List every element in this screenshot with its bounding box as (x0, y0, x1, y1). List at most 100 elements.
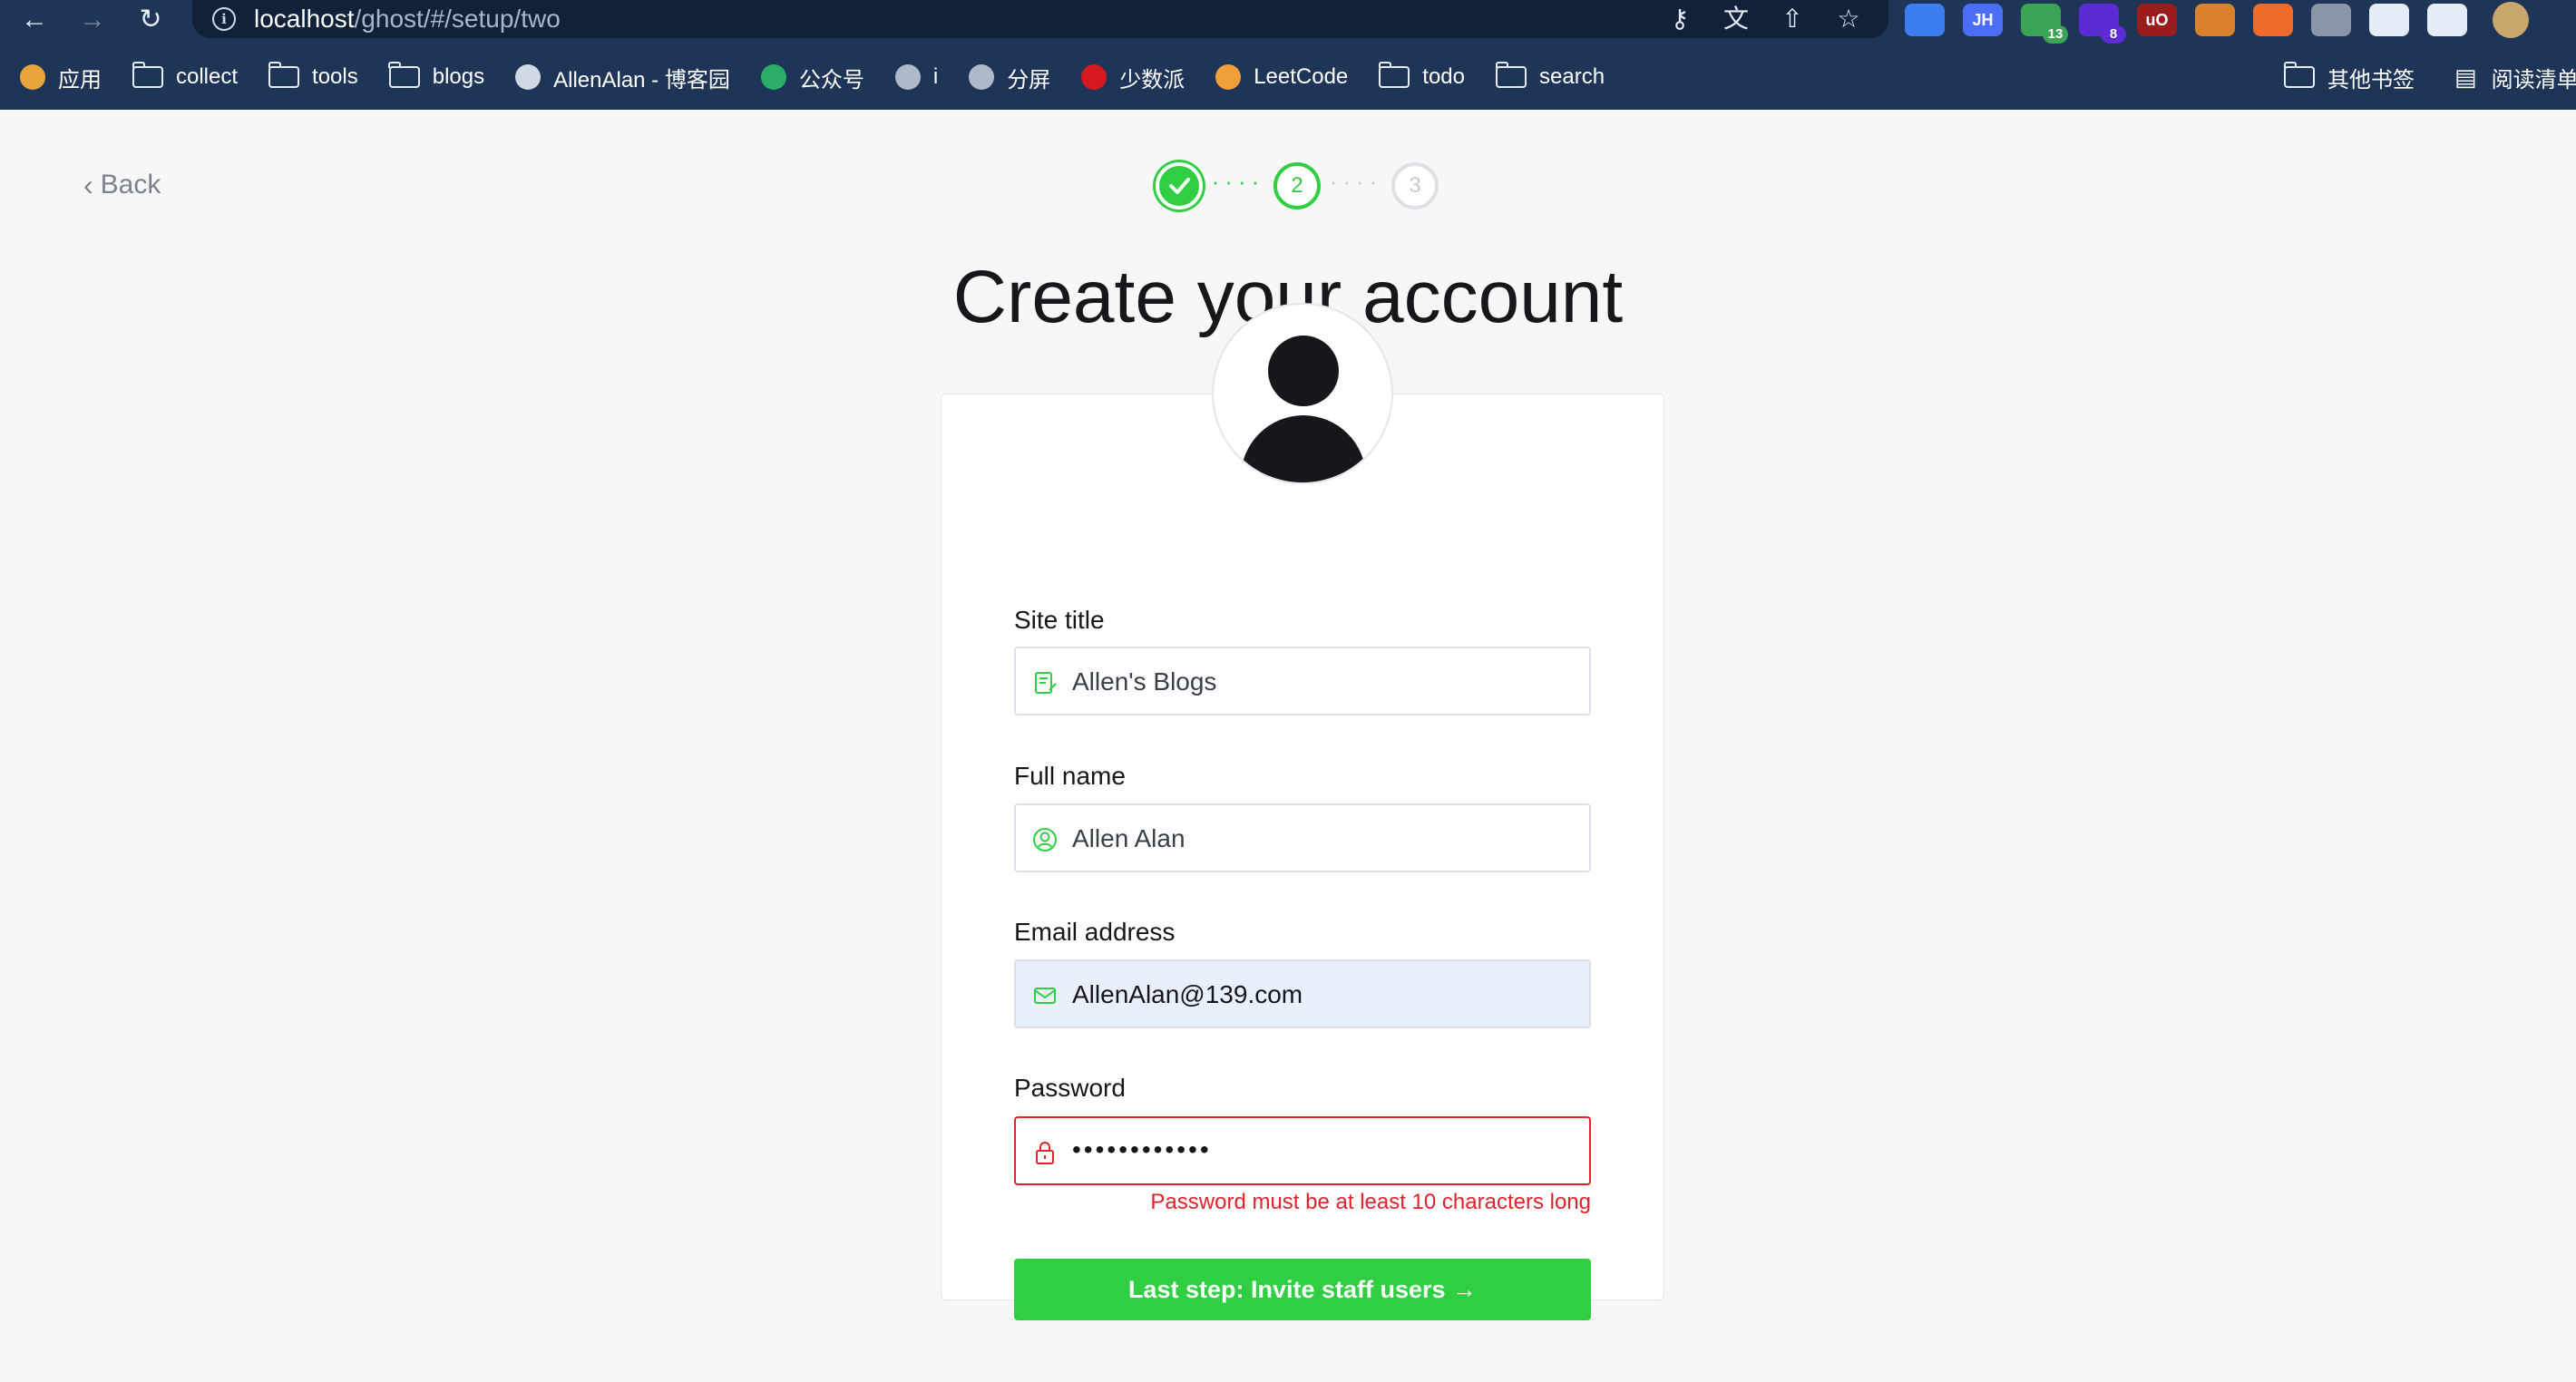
bookmark-item[interactable]: blogs (388, 62, 485, 90)
apps-grid-icon (20, 64, 45, 90)
bookmark-label: blogs (432, 64, 485, 89)
purple-ext-icon[interactable]: 8 (2079, 4, 2126, 44)
bookmark-item[interactable]: collect (132, 62, 239, 90)
folder-icon (1495, 62, 1527, 88)
browser-chrome: ← → ↻ i localhost/ghost/#/setup/two ⚷ 文 … (0, 0, 2576, 110)
bookmark-label: 少数派 (1119, 67, 1186, 92)
envelope-icon (1034, 988, 1056, 1004)
reload-icon[interactable]: ↻ (132, 2, 169, 38)
sspai-icon (1081, 64, 1107, 90)
share-icon[interactable]: ⇧ (1772, 3, 1812, 35)
bookmark-label: AllenAlan - 博客园 (553, 67, 730, 92)
star-icon[interactable]: ☆ (1829, 3, 1869, 35)
bookmark-label: 分屏 (1007, 67, 1051, 92)
leetcode-icon (1215, 64, 1242, 90)
bookmark-item[interactable]: 公众号 (760, 62, 864, 93)
reading-list-label: 阅读清单 (2491, 67, 2576, 92)
step-2-active: 2 (1273, 162, 1321, 209)
password-value: •••••••••••• (1072, 1135, 1212, 1163)
address-bar-actions: ⚷ 文 ⇧ ☆ (1660, 3, 1869, 35)
profile-avatar[interactable] (2493, 2, 2529, 38)
browser-toolbar: ← → ↻ i localhost/ghost/#/setup/two ⚷ 文 … (0, 0, 2576, 44)
ext-icon-9[interactable] (2369, 4, 2409, 36)
password-error-message: Password must be at least 10 characters … (1150, 1190, 1591, 1214)
extension-badge: 8 (2101, 25, 2126, 44)
globe-icon (894, 64, 921, 90)
chevron-left-icon: ‹ (83, 169, 93, 201)
extensions-bar: JH 13 8 uO (1905, 0, 2467, 44)
puzzle-ext-icon[interactable] (2427, 4, 2467, 36)
step-connector: ···· (1329, 168, 1383, 195)
setup-progress: ···· 2 ···· 3 (1156, 162, 1439, 209)
forward-arrow-icon[interactable]: → (74, 2, 111, 38)
folder-icon (388, 62, 420, 88)
folder-icon (132, 62, 163, 88)
back-link[interactable]: ‹ Back (83, 170, 161, 200)
email-field[interactable]: AllenAlan@139.com (1014, 959, 1591, 1028)
bookmark-item[interactable]: 应用 (20, 62, 102, 93)
globe-icon (969, 64, 995, 90)
bookmark-item[interactable]: tools (268, 62, 358, 90)
translate-icon[interactable]: 文 (1716, 3, 1756, 35)
password-field[interactable]: •••••••••••• (1014, 1116, 1591, 1185)
site-title-label: Site title (1014, 606, 1105, 634)
folder-icon (268, 62, 300, 88)
extension-badge: 13 (2043, 25, 2068, 44)
bookmark-label: todo (1422, 64, 1465, 89)
pocket-ext-icon[interactable] (1905, 4, 1945, 36)
checkmark-icon (1169, 178, 1190, 194)
bookmark-item[interactable]: 分屏 (969, 62, 1050, 93)
wechat-icon (760, 64, 786, 90)
profile-image-upload[interactable] (1212, 303, 1393, 484)
step-3-pending: 3 (1391, 162, 1439, 209)
url-path: /ghost/#/setup/two (354, 5, 561, 33)
jh-ext-icon[interactable]: JH (1963, 4, 2003, 36)
full-name-label: Full name (1014, 762, 1126, 790)
folder-icon (1378, 62, 1410, 88)
ext-icon-7[interactable] (2253, 4, 2293, 36)
bookmark-item[interactable]: LeetCode (1215, 64, 1348, 90)
ublock-ext-icon[interactable]: uO (2137, 4, 2177, 36)
bookmark-label: 应用 (58, 67, 102, 92)
back-arrow-icon[interactable]: ← (16, 2, 53, 38)
bookmark-label: i (932, 64, 939, 89)
bookmark-item[interactable]: search (1495, 62, 1605, 90)
bookmark-label: LeetCode (1254, 64, 1349, 89)
key-icon[interactable]: ⚷ (1660, 3, 1700, 35)
green-ext-icon[interactable]: 13 (2021, 4, 2068, 44)
reading-list-icon: ▤ (2454, 63, 2477, 91)
site-title-input[interactable]: Allen's Blogs (1014, 647, 1591, 715)
url-text[interactable]: localhost/ghost/#/setup/two (254, 4, 561, 34)
bookmark-label: 公众号 (798, 67, 864, 92)
full-name-value: Allen Alan (1072, 824, 1186, 852)
user-silhouette-icon (1268, 336, 1339, 406)
bookmarks-bar: 应用 collect tools blogs AllenAlan - 博客园 公众号 i 分屏… (0, 54, 2576, 100)
document-edit-icon (1035, 672, 1057, 694)
site-title-value: Allen's Blogs (1072, 667, 1217, 696)
user-silhouette-body (1241, 415, 1366, 482)
invite-staff-button[interactable]: Last step: Invite staff users → (1014, 1259, 1591, 1320)
address-bar[interactable]: i localhost/ghost/#/setup/two ⚷ 文 ⇧ ☆ (192, 0, 1888, 38)
bookmark-label: tools (312, 64, 358, 89)
extension-label: uO (2145, 10, 2169, 29)
site-info-icon[interactable]: i (212, 7, 236, 31)
step-1-complete (1156, 162, 1203, 209)
ext-icon-6[interactable] (2195, 4, 2235, 36)
bookmark-item[interactable]: AllenAlan - 博客园 (515, 62, 730, 93)
step-connector: ···· (1211, 168, 1265, 195)
user-circle-icon (1033, 828, 1057, 852)
other-bookmarks-label: 其他书签 (2327, 67, 2415, 92)
back-label: Back (100, 170, 161, 200)
folder-icon (2283, 62, 2315, 88)
ext-icon-8[interactable] (2311, 4, 2351, 36)
full-name-input[interactable]: Allen Alan (1014, 803, 1591, 872)
bookmark-item[interactable]: 少数派 (1081, 62, 1185, 93)
lock-icon (1036, 1142, 1054, 1164)
bookmark-item[interactable]: todo (1378, 62, 1465, 90)
url-host: localhost (254, 5, 355, 33)
reading-list[interactable]: ▤ 阅读清单 (2454, 54, 2576, 100)
other-bookmarks[interactable]: 其他书签 (2283, 54, 2415, 100)
bookmark-label: collect (176, 64, 239, 89)
cnblogs-icon (515, 64, 542, 90)
bookmark-item[interactable]: i (894, 64, 939, 90)
